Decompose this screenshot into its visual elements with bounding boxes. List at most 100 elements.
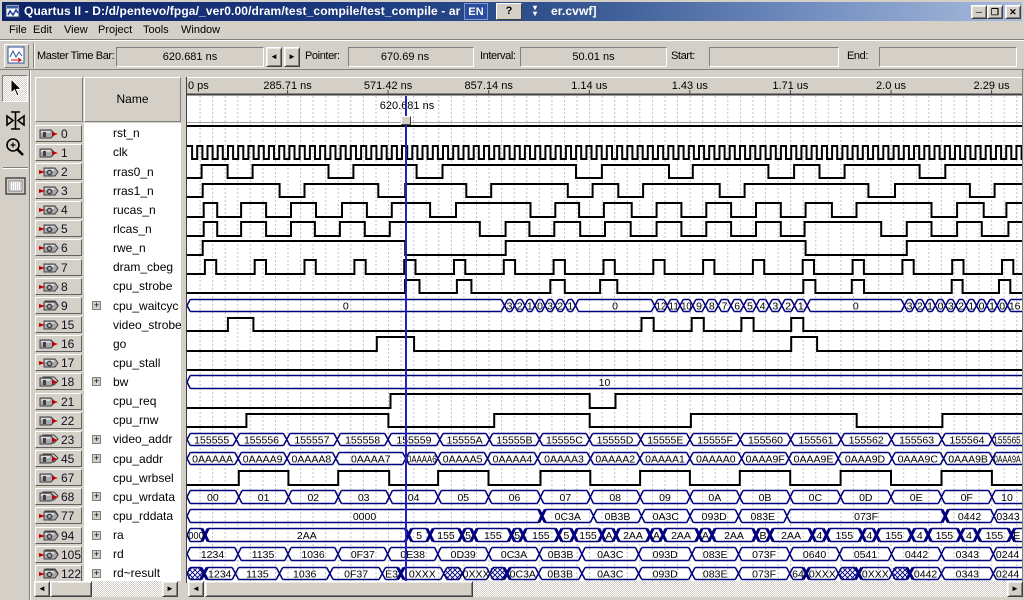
svg-text:1: 1 [527,300,533,312]
svg-text:6: 6 [734,300,740,312]
svg-text:0XXX: 0XXX [409,568,436,580]
svg-text:00: 00 [207,492,219,504]
svg-text:0B3B: 0B3B [605,511,631,523]
svg-text:4: 4 [966,530,972,542]
svg-text:0AAA9C: 0AAA9C [898,454,939,466]
svg-text:10: 10 [1001,492,1013,504]
svg-text:3: 3 [907,300,913,312]
svg-text:01: 01 [258,492,270,504]
svg-text:2: 2 [557,300,563,312]
svg-text:08: 08 [609,492,621,504]
svg-text:155557: 155557 [294,434,329,446]
svg-text:3: 3 [547,300,553,312]
svg-text:3: 3 [772,300,778,312]
svg-text:0AAA9B: 0AAA9B [948,454,988,466]
svg-text:0 ps: 0 ps [188,80,209,92]
svg-text:0640: 0640 [803,549,827,561]
svg-text:1: 1 [798,300,804,312]
svg-text:0B3B: 0B3B [547,568,573,580]
svg-text:0A3C: 0A3C [597,568,624,580]
svg-text:0A: 0A [708,492,721,504]
svg-text:0AAAA7: 0AAAA7 [351,454,391,466]
svg-text:155: 155 [484,530,502,542]
svg-text:0AAAA3: 0AAAA3 [544,454,584,466]
svg-text:155561: 155561 [798,434,833,446]
svg-text:155559: 155559 [396,434,431,446]
svg-text:2AA: 2AA [297,530,317,542]
svg-text:7: 7 [722,300,728,312]
svg-text:8: 8 [709,300,715,312]
svg-text:0442: 0442 [905,549,929,561]
svg-text:15555A: 15555A [446,434,482,446]
svg-text:073F: 073F [752,549,776,561]
svg-text:155564: 155564 [949,434,984,446]
svg-text:155: 155 [579,530,597,542]
svg-text:02: 02 [307,492,319,504]
svg-text:0C: 0C [809,492,823,504]
svg-text:620.681 ns: 620.681 ns [380,100,435,112]
svg-text:0F37: 0F37 [351,549,375,561]
svg-text:0343: 0343 [996,511,1020,523]
svg-text:15555C: 15555C [546,434,583,446]
svg-text:A: A [605,530,612,542]
svg-text:093D: 093D [653,568,679,580]
svg-text:0: 0 [979,300,985,312]
svg-text:3: 3 [948,300,954,312]
svg-text:093D: 093D [653,549,679,561]
svg-text:2AA: 2AA [623,530,643,542]
svg-text:64: 64 [792,568,804,580]
svg-text:0C3A: 0C3A [501,549,527,561]
svg-text:0343: 0343 [956,549,980,561]
svg-text:0B3B: 0B3B [548,549,574,561]
svg-text:0000: 0000 [353,511,377,523]
svg-text:083E: 083E [703,568,728,580]
svg-text:0: 0 [612,300,618,312]
svg-text:5: 5 [514,530,520,542]
svg-text:0D39: 0D39 [451,549,476,561]
svg-text:5: 5 [747,300,753,312]
svg-text:10: 10 [681,300,691,312]
svg-text:0AAAA5: 0AAAA5 [443,454,483,466]
svg-text:0C3A: 0C3A [555,511,581,523]
svg-text:0E: 0E [910,492,923,504]
svg-text:1135: 1135 [246,568,269,580]
svg-text:0AAAAA: 0AAAAA [192,454,233,466]
svg-text:11: 11 [669,300,679,312]
svg-text:4: 4 [760,300,766,312]
svg-text:0: 0 [343,300,349,312]
svg-text:0D: 0D [859,492,873,504]
svg-text:4: 4 [866,530,872,542]
svg-text:0: 0 [853,300,859,312]
svg-text:1: 1 [968,300,974,312]
svg-text:0AAA9A: 0AAA9A [994,454,1021,466]
svg-text:000: 000 [188,530,204,542]
svg-text:155565: 155565 [993,434,1021,446]
svg-text:083E: 083E [751,511,776,523]
svg-text:5: 5 [563,530,569,542]
svg-text:0: 0 [938,300,944,312]
svg-text:155: 155 [885,530,903,542]
svg-text:155560: 155560 [748,434,783,446]
svg-text:083E: 083E [703,549,728,561]
svg-text:155556: 155556 [244,434,279,446]
svg-text:0: 0 [537,300,543,312]
svg-text:5: 5 [465,530,471,542]
svg-text:1234: 1234 [208,568,232,580]
svg-text:5: 5 [416,530,422,542]
svg-text:073F: 073F [854,511,878,523]
svg-text:0442: 0442 [914,568,938,580]
svg-text:15555B: 15555B [496,434,532,446]
svg-text:03: 03 [358,492,370,504]
svg-text:073F: 073F [752,568,776,580]
svg-text:2AA: 2AA [724,530,744,542]
svg-text:0E38: 0E38 [400,549,425,561]
svg-text:B: B [759,530,766,542]
svg-text:155558: 155558 [345,434,380,446]
svg-text:A: A [653,530,660,542]
svg-text:E3: E3 [385,568,398,580]
svg-text:0XXX: 0XXX [862,568,889,580]
svg-text:0A3C: 0A3C [597,549,624,561]
svg-text:093D: 093D [702,511,728,523]
svg-text:0541: 0541 [854,549,878,561]
svg-text:1: 1 [989,300,995,312]
